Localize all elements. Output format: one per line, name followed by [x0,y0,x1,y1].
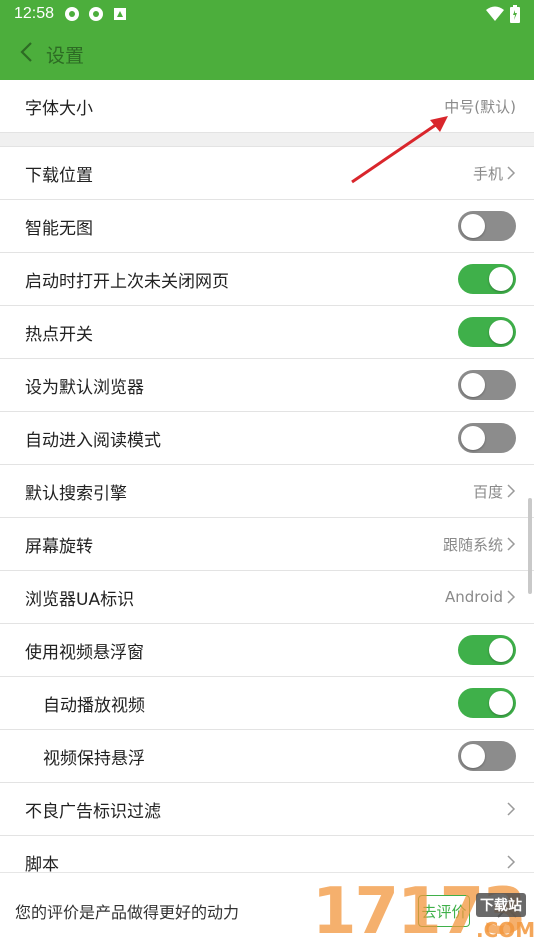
toggle-switch[interactable] [458,423,516,453]
page-title: 设置 [46,44,85,67]
setting-screen-rotation[interactable]: 屏幕旋转 跟随系统 [0,518,534,571]
setting-label: 视频保持悬浮 [43,748,145,769]
setting-label: 自动进入阅读模式 [25,430,161,451]
chevron-right-icon [507,590,516,604]
toggle-switch[interactable] [458,688,516,718]
chevron-right-icon [507,166,516,180]
status-bar: 12:58 [0,0,534,28]
chevron-right-icon [507,855,516,869]
chevron-right-icon [507,484,516,498]
setting-label: 自动播放视频 [43,695,145,716]
setting-label: 不良广告标识过滤 [25,801,161,822]
setting-restore-pages: 启动时打开上次未关闭网页 [0,253,534,306]
setting-label: 浏览器UA标识 [25,589,135,610]
setting-auto-play-video: 自动播放视频 [0,677,534,730]
setting-value: Android [445,588,503,606]
notification-icon [112,6,128,22]
back-button[interactable] [2,28,50,80]
setting-label: 使用视频悬浮窗 [25,642,144,663]
rating-prompt: 您的评价是产品做得更好的动力 [15,902,240,922]
chevron-right-icon [507,537,516,551]
watermark-site: 下载站 [476,893,526,917]
battery-icon [510,5,520,27]
setting-hotspot: 热点开关 [0,306,534,359]
setting-default-browser: 设为默认浏览器 [0,359,534,412]
setting-ua[interactable]: 浏览器UA标识 Android [0,571,534,624]
toggle-switch[interactable] [458,264,516,294]
settings-list: 字体大小 中号(默认) 下载位置 手机 智能无图 启动时打开上次未关闭网页 热点… [0,80,534,889]
setting-video-float: 使用视频悬浮窗 [0,624,534,677]
setting-download-location[interactable]: 下载位置 手机 [0,147,534,200]
setting-label: 下载位置 [25,165,93,186]
toggle-switch[interactable] [458,741,516,771]
chevron-right-icon [507,802,516,816]
wifi-icon [486,6,504,26]
sync-icon [88,6,104,22]
toggle-switch[interactable] [458,211,516,241]
setting-label: 设为默认浏览器 [25,377,144,398]
setting-label: 智能无图 [25,218,93,239]
watermark-domain: .COM [476,918,534,942]
toggle-switch[interactable] [458,635,516,665]
setting-label: 启动时打开上次未关闭网页 [25,271,229,292]
back-arrow-icon [19,41,33,67]
toggle-switch[interactable] [458,370,516,400]
sync-icon [64,6,80,22]
setting-label: 热点开关 [25,324,93,345]
setting-value: 中号(默认) [444,97,516,116]
setting-label: 屏幕旋转 [25,536,93,557]
section-divider [0,133,534,147]
setting-value: 百度 [472,482,503,501]
scrollbar-thumb[interactable] [528,498,532,594]
setting-value: 手机 [472,164,503,183]
setting-label: 字体大小 [25,98,93,119]
setting-keep-float: 视频保持悬浮 [0,730,534,783]
status-time: 12:58 [14,5,55,22]
app-bar: 设置 [0,28,534,80]
setting-label: 默认搜索引擎 [25,483,127,504]
setting-label: 脚本 [25,854,59,875]
setting-value: 跟随系统 [442,535,503,554]
setting-search-engine[interactable]: 默认搜索引擎 百度 [0,465,534,518]
setting-ad-filter[interactable]: 不良广告标识过滤 [0,783,534,836]
setting-auto-reading-mode: 自动进入阅读模式 [0,412,534,465]
toggle-switch[interactable] [458,317,516,347]
setting-font-size[interactable]: 字体大小 中号(默认) [0,80,534,133]
setting-smart-no-image: 智能无图 [0,200,534,253]
